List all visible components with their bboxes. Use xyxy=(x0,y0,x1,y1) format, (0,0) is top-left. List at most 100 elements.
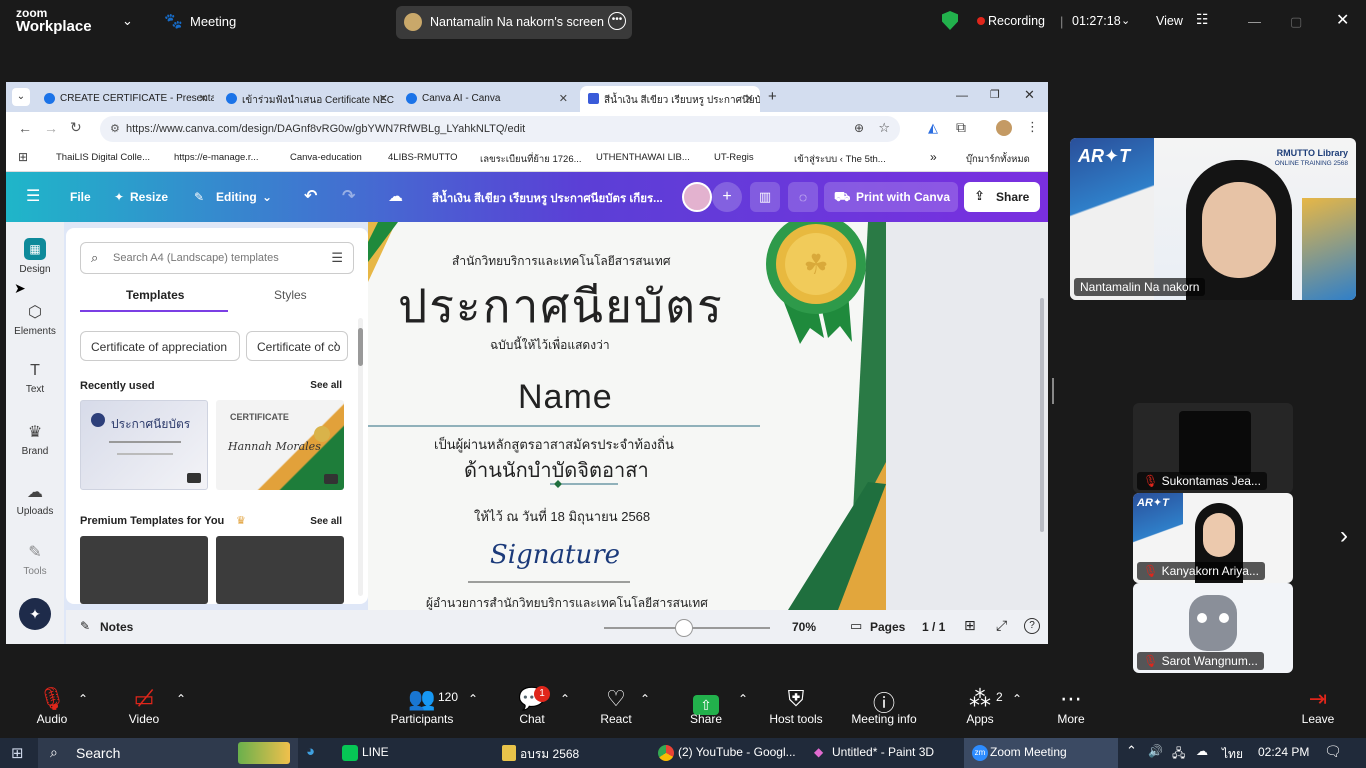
certificate-org[interactable]: สำนักวิทยบริการและเทคโนโลยีสารสนเทศ xyxy=(452,252,670,271)
site-info-icon[interactable]: ⚙ xyxy=(110,122,120,135)
share-screen-button[interactable]: ⇧ Share xyxy=(684,678,728,738)
cloud-save-icon[interactable]: ☁ xyxy=(388,187,403,205)
file-menu[interactable]: File xyxy=(70,190,91,204)
tray-chevron-up-icon[interactable]: ⌃ xyxy=(1126,743,1137,759)
bookmark-item[interactable]: Canva-education xyxy=(290,152,362,163)
panel-scrollbar-thumb[interactable] xyxy=(358,328,363,366)
edge-icon[interactable]: ◕ xyxy=(306,743,315,760)
chat-button[interactable]: 💬 Chat xyxy=(510,678,554,738)
taskbar-app-folder[interactable]: อบรม 2568 xyxy=(520,745,579,764)
certificate-course[interactable]: เป็นผู้ผ่านหลักสูตรอาสาสมัครประจำท้องถิ่… xyxy=(434,434,674,455)
star-icon[interactable]: ☆ xyxy=(878,120,890,136)
bookmark-item[interactable]: เลขระเบียนที่ย้าย 1726... xyxy=(480,152,582,167)
tab-search-icon[interactable]: ⌄ xyxy=(12,88,30,106)
bookmark-item[interactable]: เข้าสู่ระบบ ‹ The 5th... xyxy=(794,152,886,167)
menu-kebab-icon[interactable]: ⋮ xyxy=(1026,119,1039,135)
certificate-subtitle[interactable]: ฉบับนี้ให้ไว้เพื่อแสดงว่า xyxy=(490,336,610,355)
rail-uploads[interactable]: ☁ Uploads xyxy=(6,482,64,517)
video-button[interactable]: ▭̸ Video xyxy=(122,678,166,738)
template-search-input[interactable]: ⌕ Search A4 (Landscape) templates ☰ xyxy=(80,242,354,274)
windows-start-icon[interactable]: ⊞ xyxy=(11,744,24,762)
close-window-icon[interactable]: ✕ xyxy=(1024,87,1035,103)
participant-video-2[interactable]: 🎙 Sukontamas Jea... xyxy=(1133,403,1293,493)
bookmark-item[interactable]: https://e-manage.r... xyxy=(174,152,259,163)
minimize-icon[interactable]: — xyxy=(956,88,968,102)
forward-icon[interactable]: → xyxy=(44,120,58,136)
signature-image[interactable]: Signature xyxy=(490,540,620,570)
add-collaborator-icon[interactable]: + xyxy=(712,182,742,212)
url-field[interactable]: ⚙ https://www.canva.com/design/DAGnf8vRG… xyxy=(100,116,900,142)
new-tab-icon[interactable]: + xyxy=(768,88,777,105)
comment-icon[interactable]: ◌ xyxy=(788,182,818,212)
bookmark-item[interactable]: UT-Regis xyxy=(714,152,754,163)
leave-button[interactable]: ⇥ Leave xyxy=(1298,678,1338,738)
rail-elements[interactable]: ⬡ Elements xyxy=(6,302,64,337)
close-tab-icon[interactable]: ✕ xyxy=(559,92,568,105)
tab-certificate[interactable]: สีน้ำเงิน สีเขียว เรียบหรู ประกาศนียบัตร… xyxy=(580,86,760,112)
chevron-up-icon[interactable]: ⌃ xyxy=(78,692,88,706)
help-icon[interactable]: ? xyxy=(1024,618,1040,634)
network-icon[interactable]: 🖧 xyxy=(1172,744,1185,765)
screen-share-indicator[interactable]: Nantamalin Na nakorn's screen ••• xyxy=(396,6,632,39)
tab-styles[interactable]: Styles xyxy=(274,288,307,302)
participant-video-3[interactable]: AR✦T 🎙 Kanyakorn Ariya... xyxy=(1133,493,1293,583)
taskbar-app-line[interactable]: LINE xyxy=(362,745,389,759)
chevron-up-icon[interactable]: ⌃ xyxy=(176,692,186,706)
analytics-icon[interactable]: ▥ xyxy=(750,182,780,212)
minimize-icon[interactable]: — xyxy=(1248,14,1261,29)
certificate-date[interactable]: ให้ไว้ ณ วันที่ 18 มิถุนายน 2568 xyxy=(474,506,650,527)
chevron-up-icon[interactable]: ⌃ xyxy=(738,692,748,706)
audio-button[interactable]: 🎙 Audio xyxy=(30,678,74,738)
reload-icon[interactable]: ↻ xyxy=(70,119,82,136)
meeting-label[interactable]: Meeting xyxy=(190,14,236,29)
collaborator-avatar[interactable] xyxy=(682,182,712,212)
system-clock[interactable]: 02:24 PM xyxy=(1258,745,1309,759)
certificate-role[interactable]: ด้านนักบำบัดจิตอาสา xyxy=(464,454,649,486)
certificate-name[interactable]: Name xyxy=(518,378,613,417)
recording-label[interactable]: Recording xyxy=(988,14,1045,28)
shield-icon[interactable] xyxy=(942,11,958,30)
profile-avatar[interactable] xyxy=(996,120,1012,136)
template-thumb-thai[interactable]: ประกาศนียบัตร xyxy=(80,400,208,490)
pages-button[interactable]: Pages xyxy=(870,620,905,634)
chevron-down-icon[interactable]: ⌄ xyxy=(122,13,133,29)
taskbar-app-chrome[interactable]: (2) YouTube - Googl... xyxy=(678,745,796,759)
participants-button[interactable]: 👥 Participants xyxy=(386,678,458,738)
close-icon[interactable]: ✕ xyxy=(1336,10,1349,30)
maximize-icon[interactable]: ▢ xyxy=(1290,14,1302,30)
share-button[interactable]: ⇪ Share xyxy=(964,182,1040,212)
host-tools-button[interactable]: ⛨ Host tools xyxy=(766,678,826,738)
taskbar-app-zoom-active[interactable]: zm Zoom Meeting xyxy=(964,738,1118,768)
premium-thumb[interactable] xyxy=(80,536,208,604)
premium-thumb[interactable] xyxy=(216,536,344,604)
certificate-signer[interactable]: ผู้อำนวยการสำนักวิทยบริการและเทคโนโลยีสา… xyxy=(426,594,708,610)
zoom-icon[interactable]: ⊕ xyxy=(854,121,864,135)
filter-icon[interactable]: ☰ xyxy=(331,250,343,266)
chevron-right-icon[interactable]: › xyxy=(334,338,338,350)
more-button[interactable]: ⋯ More xyxy=(1050,678,1092,738)
fullscreen-icon[interactable]: ⤢ xyxy=(996,617,1007,634)
back-icon[interactable]: ← xyxy=(18,120,32,136)
tab-templates[interactable]: Templates xyxy=(126,288,184,302)
template-thumb-certificate[interactable]: CERTIFICATE Hannah Morales xyxy=(216,400,344,490)
grid-icon[interactable]: ☷ xyxy=(1196,11,1209,28)
certificate-title[interactable]: ประกาศนียบัตร xyxy=(398,270,724,343)
magic-sparkle-icon[interactable]: ✦ xyxy=(19,598,51,630)
close-tab-icon[interactable]: ✕ xyxy=(199,92,208,105)
bookmarks-overflow-icon[interactable]: » xyxy=(930,150,937,164)
taskbar-search-box[interactable]: ⌕ Search xyxy=(38,738,298,768)
print-with-canva-button[interactable]: ⛟ Print with Canva xyxy=(824,182,958,212)
redo-icon[interactable]: ↷ xyxy=(342,186,355,206)
more-options-icon[interactable]: ••• xyxy=(608,12,626,30)
restore-icon[interactable]: ❐ xyxy=(990,88,1000,101)
chevron-up-icon[interactable]: ⌃ xyxy=(1012,692,1022,706)
zoom-slider-thumb[interactable] xyxy=(674,619,693,637)
undo-icon[interactable]: ↶ xyxy=(304,186,317,206)
notifications-icon[interactable]: 🗨 xyxy=(1324,743,1342,760)
tab-necc[interactable]: เข้าร่วมฟังนำเสนอ Certificate NECC ✕ xyxy=(218,86,394,112)
close-tab-icon[interactable]: ✕ xyxy=(745,92,754,105)
canvas-scrollbar[interactable] xyxy=(1040,298,1044,532)
next-page-chevron-icon[interactable]: › xyxy=(1340,522,1348,550)
bookmark-item[interactable]: ThaiLIS Digital Colle... xyxy=(56,152,150,163)
chip-certificate-appreciation[interactable]: Certificate of appreciation xyxy=(80,331,240,361)
